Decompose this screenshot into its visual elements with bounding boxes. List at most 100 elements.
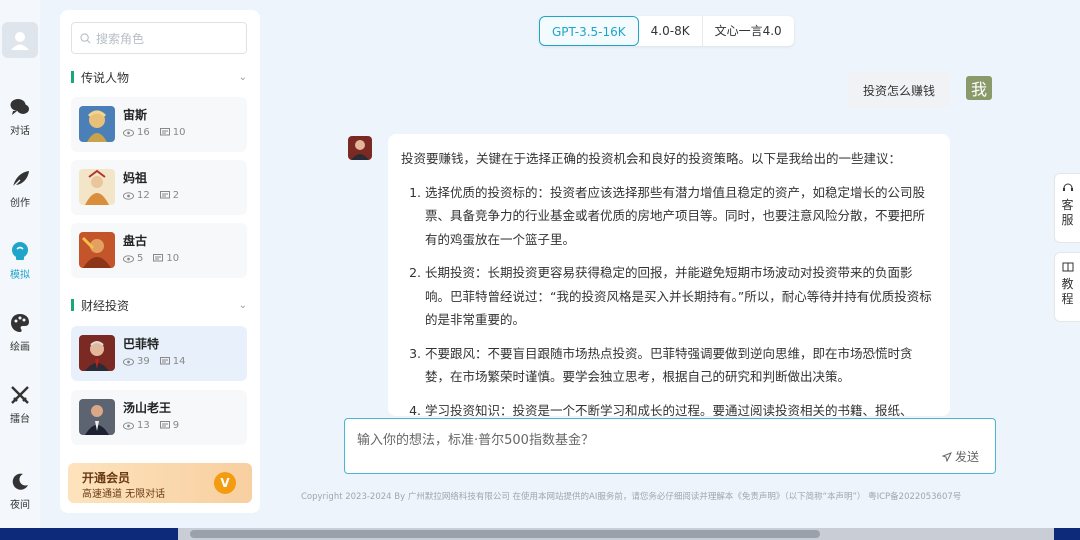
tutorial-button[interactable]: 教程 xyxy=(1054,252,1080,322)
vip-badge-icon: V xyxy=(214,472,236,494)
role-chats: 14 xyxy=(172,356,186,367)
message-icon xyxy=(159,421,170,429)
role-views: 13 xyxy=(137,420,150,431)
vip-subtitle: 高速通道 无限对话 xyxy=(82,489,166,500)
vip-title: 开通会员 xyxy=(82,471,131,485)
eye-icon xyxy=(123,421,134,430)
left-nav: 对话 创作 模拟 绘画 擂台 夜间 xyxy=(0,0,40,528)
chevron-down-icon[interactable]: ⌄ xyxy=(239,300,247,311)
role-avatar xyxy=(79,232,115,268)
bulb-icon xyxy=(12,242,28,260)
role-chats: 10 xyxy=(166,253,180,264)
tab-gpt-3-5-16k[interactable]: GPT-3.5-16K xyxy=(539,16,639,46)
scrollbar-thumb[interactable] xyxy=(190,530,820,538)
bot-intro: 投资要赚钱，关键在于选择正确的投资机会和良好的投资策略。以下是我给出的一些建议： xyxy=(401,151,902,166)
role-name: 巴菲特 xyxy=(123,337,160,351)
chat-icon xyxy=(10,99,29,115)
role-chats: 10 xyxy=(172,127,186,138)
message-icon xyxy=(159,357,170,365)
role-name: 宙斯 xyxy=(123,108,148,122)
role-panel: 搜索角色 传说人物 ⌄ 宙斯 16 10 妈祖 12 2 盘古 5 10 财经投… xyxy=(60,10,260,513)
nav-label-chat: 对话 xyxy=(10,126,30,137)
role-avatar xyxy=(79,335,115,371)
send-icon xyxy=(941,451,952,462)
nav-item-simulate[interactable]: 模拟 xyxy=(0,240,40,281)
headset-icon xyxy=(1062,183,1073,191)
bot-message: 投资要赚钱，关键在于选择正确的投资机会和良好的投资策略。以下是我给出的一些建议：… xyxy=(388,134,950,416)
role-avatar xyxy=(79,106,115,142)
tutorial-label: 教程 xyxy=(1061,277,1074,306)
role-name: 汤山老王 xyxy=(123,401,172,415)
nav-item-night[interactable]: 夜间 xyxy=(0,470,40,511)
group-title: 财经投资 xyxy=(81,298,130,313)
eye-icon xyxy=(123,128,134,137)
role-card-mazu[interactable]: 妈祖 12 2 xyxy=(71,160,247,215)
user-avatar-nav[interactable] xyxy=(2,22,38,58)
chat-input-placeholder: 输入你的想法，标准·普尔500指数基金？ xyxy=(357,433,594,448)
nav-label-simulate: 模拟 xyxy=(10,270,30,281)
nav-item-draw[interactable]: 绘画 xyxy=(0,312,40,353)
nav-label-create: 创作 xyxy=(10,198,30,209)
role-card-zeus[interactable]: 宙斯 16 10 xyxy=(71,97,247,152)
chevron-down-icon[interactable]: ⌄ xyxy=(239,72,247,83)
role-views: 16 xyxy=(137,127,150,138)
role-views: 39 xyxy=(137,356,150,367)
role-stats: 12 2 xyxy=(123,190,179,201)
role-avatar xyxy=(79,169,115,205)
advice-item: 学习投资知识：投资是一个不断学习和成长的过程。要通过阅读投资相关的书籍、报纸、 xyxy=(425,399,936,417)
role-views: 12 xyxy=(137,190,150,201)
send-label: 发送 xyxy=(954,450,979,464)
role-chats: 9 xyxy=(172,420,180,431)
advice-item: 长期投资：长期投资更容易获得稳定的回报，并能避免短期市场波动对投资带来的负面影响… xyxy=(425,261,936,332)
role-chats: 2 xyxy=(172,190,180,201)
role-search-input[interactable]: 搜索角色 xyxy=(71,22,247,54)
send-button[interactable]: 发送 xyxy=(941,448,979,465)
eye-icon xyxy=(123,254,134,263)
role-avatar xyxy=(79,399,115,435)
model-tabs: GPT-3.5-16K 4.0-8K 文心一言4.0 xyxy=(539,16,794,46)
chat-input[interactable]: 输入你的想法，标准·普尔500指数基金？ 发送 xyxy=(344,418,996,474)
role-stats: 5 10 xyxy=(123,253,179,264)
tab-4-0-8k[interactable]: 4.0-8K xyxy=(639,16,703,46)
book-icon xyxy=(1062,262,1073,272)
role-name: 盘古 xyxy=(123,234,148,248)
message-icon xyxy=(159,191,170,199)
group-marker xyxy=(71,299,74,311)
nav-item-arena[interactable]: 擂台 xyxy=(0,384,40,425)
search-icon xyxy=(80,32,91,43)
role-stats: 39 14 xyxy=(123,356,185,367)
search-placeholder: 搜索角色 xyxy=(96,31,145,46)
group-header-finance[interactable]: 财经投资 ⌄ xyxy=(71,296,247,314)
group-header-legend[interactable]: 传说人物 ⌄ xyxy=(71,68,247,86)
role-card-tangshan-laowang[interactable]: 汤山老王 13 9 xyxy=(71,390,247,445)
role-card-pangu[interactable]: 盘古 5 10 xyxy=(71,223,247,278)
role-card-buffett[interactable]: 巴菲特 39 14 xyxy=(71,326,247,381)
customer-service-button[interactable]: 客服 xyxy=(1054,173,1080,243)
swords-icon xyxy=(11,386,29,404)
palette-icon xyxy=(11,314,29,332)
person-icon xyxy=(11,32,29,50)
user-avatar: 我 xyxy=(966,76,992,100)
customer-service-label: 客服 xyxy=(1061,198,1074,227)
eye-icon xyxy=(123,191,134,200)
role-views: 5 xyxy=(137,253,144,264)
role-name: 妈祖 xyxy=(123,171,148,185)
message-icon xyxy=(153,254,164,262)
role-stats: 16 10 xyxy=(123,127,185,138)
nav-label-night: 夜间 xyxy=(10,500,30,511)
vip-banner[interactable]: 开通会员 高速通道 无限对话 V xyxy=(68,463,252,503)
nav-item-create[interactable]: 创作 xyxy=(0,168,40,209)
footer-copyright: Copyright 2023-2024 By 广州默拉网络科技有限公司 在使用本… xyxy=(301,492,962,502)
feather-icon xyxy=(11,171,29,189)
role-stats: 13 9 xyxy=(123,420,179,431)
tab-wenxin-4-0[interactable]: 文心一言4.0 xyxy=(703,16,794,46)
user-message: 投资怎么赚钱 xyxy=(848,71,950,109)
nav-item-chat[interactable]: 对话 xyxy=(0,96,40,137)
nav-label-arena: 擂台 xyxy=(10,414,30,425)
message-icon xyxy=(159,128,170,136)
eye-icon xyxy=(123,357,134,366)
nav-label-draw: 绘画 xyxy=(10,342,30,353)
advice-item: 不要跟风：不要盲目跟随市场热点投资。巴菲特强调要做到逆向思维，即在市场恐慌时贪婪… xyxy=(425,342,936,389)
advice-item: 选择优质的投资标的：投资者应该选择那些有潜力增值且稳定的资产，如稳定增长的公司股… xyxy=(425,181,936,252)
group-marker xyxy=(71,71,74,83)
